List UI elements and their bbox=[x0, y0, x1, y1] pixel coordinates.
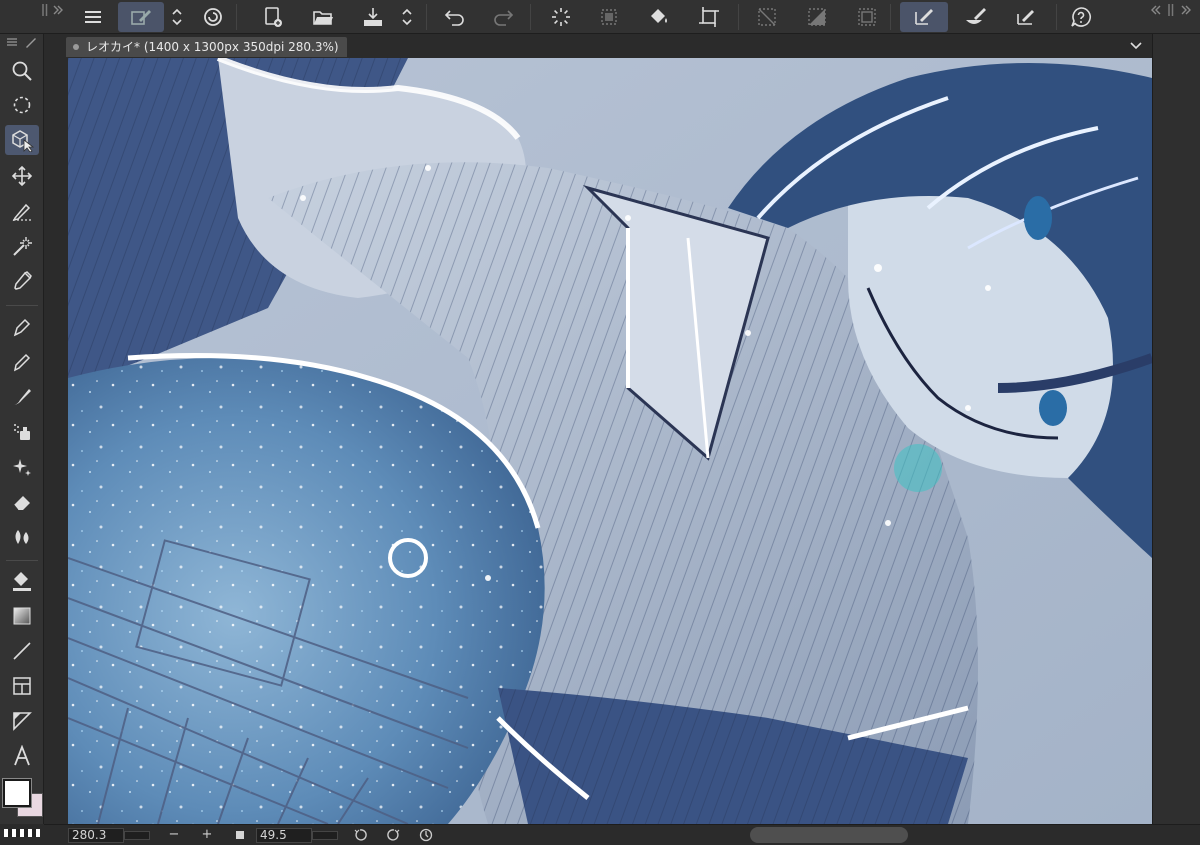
zoom-slider[interactable] bbox=[124, 831, 150, 840]
zoom-in-button[interactable]: + bbox=[199, 827, 215, 843]
pencil-icon[interactable] bbox=[5, 347, 39, 377]
command-bar bbox=[0, 0, 1200, 34]
move-icon[interactable] bbox=[5, 161, 39, 191]
invert-selection-icon[interactable] bbox=[802, 2, 832, 32]
fit-view-icon[interactable] bbox=[232, 827, 248, 843]
angle-value: 49.5 bbox=[260, 828, 287, 842]
pen-icon[interactable] bbox=[5, 312, 39, 342]
blend-icon[interactable] bbox=[5, 522, 39, 552]
zoom-out-label: − bbox=[168, 827, 180, 842]
sparkle-icon[interactable] bbox=[5, 452, 39, 482]
document-tab[interactable]: レオカイ* (1400 x 1300px 350dpi 280.3%) bbox=[66, 37, 347, 57]
brush-icon[interactable] bbox=[5, 382, 39, 412]
zoom-field[interactable]: 280.3 bbox=[68, 828, 124, 843]
object-select-icon[interactable] bbox=[5, 125, 39, 155]
rotate-left-icon[interactable] bbox=[352, 827, 368, 843]
unsaved-dot-icon bbox=[73, 44, 79, 50]
right-panel-strip bbox=[1152, 34, 1200, 824]
canvas-artwork[interactable] bbox=[68, 58, 1152, 824]
selection-grid-icon[interactable] bbox=[594, 2, 624, 32]
edit-icon[interactable] bbox=[118, 2, 164, 32]
panel-grip-icon[interactable] bbox=[42, 4, 48, 16]
palette-menu-icon[interactable] bbox=[7, 38, 17, 46]
tool-palette bbox=[0, 34, 44, 837]
redo-icon[interactable] bbox=[488, 2, 518, 32]
open-folder-icon[interactable] bbox=[308, 2, 338, 32]
expand-collapse-icon[interactable] bbox=[166, 2, 188, 32]
undo-icon[interactable] bbox=[440, 2, 470, 32]
chevron-down-icon[interactable] bbox=[1128, 38, 1144, 54]
airbrush-icon[interactable] bbox=[5, 417, 39, 447]
deselect-icon[interactable] bbox=[752, 2, 782, 32]
fill-bucket-icon[interactable] bbox=[644, 2, 674, 32]
rotation-slider[interactable] bbox=[312, 831, 338, 840]
line-icon[interactable] bbox=[5, 636, 39, 666]
double-chevron-right-icon-2[interactable] bbox=[1180, 4, 1192, 16]
magic-wand-icon[interactable] bbox=[5, 231, 39, 261]
frame-icon[interactable] bbox=[5, 671, 39, 701]
gradient-icon[interactable] bbox=[5, 601, 39, 631]
rotate-right-icon[interactable] bbox=[386, 827, 402, 843]
eraser-icon[interactable] bbox=[5, 487, 39, 517]
app-window: レオカイ* (1400 x 1300px 350dpi 280.3%) 280.… bbox=[0, 0, 1200, 845]
horizontal-scroll-thumb[interactable] bbox=[750, 827, 908, 843]
double-chevron-right-icon[interactable] bbox=[52, 4, 64, 16]
status-bar: 280.3 − + 49.5 bbox=[44, 824, 1200, 845]
selection-pen-icon[interactable] bbox=[5, 196, 39, 226]
palette-pen-icon[interactable] bbox=[25, 36, 37, 48]
menu-icon[interactable] bbox=[78, 2, 108, 32]
fill-icon[interactable] bbox=[5, 566, 39, 596]
new-file-icon[interactable] bbox=[258, 2, 288, 32]
save-tray-icon[interactable] bbox=[358, 2, 388, 32]
canvas-tab-bar: レオカイ* (1400 x 1300px 350dpi 280.3%) bbox=[44, 34, 1152, 58]
double-chevron-left-icon[interactable] bbox=[1150, 4, 1162, 16]
eraser-select-icon[interactable] bbox=[1008, 2, 1044, 32]
loading-spinner-icon[interactable] bbox=[546, 2, 576, 32]
zoom-out-button[interactable]: − bbox=[166, 827, 182, 843]
brush-select-icon[interactable] bbox=[958, 2, 994, 32]
document-tab-title: レオカイ* (1400 x 1300px 350dpi 280.3%) bbox=[86, 40, 339, 54]
lasso-icon[interactable] bbox=[5, 90, 39, 120]
color-well[interactable] bbox=[2, 778, 43, 817]
zoom-value: 280.3 bbox=[72, 828, 107, 842]
rotation-angle-field[interactable]: 49.5 bbox=[256, 828, 312, 843]
swirl-icon[interactable] bbox=[198, 2, 228, 32]
crop-icon[interactable] bbox=[694, 2, 724, 32]
main-color-swatch[interactable] bbox=[2, 778, 32, 808]
eyedropper-icon[interactable] bbox=[5, 266, 39, 296]
help-icon[interactable] bbox=[1066, 2, 1096, 32]
transparent-color-swatch[interactable] bbox=[4, 829, 40, 837]
reset-rotation-icon[interactable] bbox=[418, 827, 434, 843]
ruler-icon[interactable] bbox=[5, 706, 39, 736]
pen-select-icon[interactable] bbox=[900, 2, 948, 32]
zoom-in-label: + bbox=[201, 827, 213, 842]
tool-palette-header bbox=[4, 34, 40, 50]
stepper-icon[interactable] bbox=[396, 2, 418, 32]
text-icon[interactable] bbox=[5, 741, 39, 771]
selection-border-icon[interactable] bbox=[852, 2, 882, 32]
zoom-icon[interactable] bbox=[5, 56, 39, 86]
panel-grip-right-icon[interactable] bbox=[1168, 4, 1174, 16]
